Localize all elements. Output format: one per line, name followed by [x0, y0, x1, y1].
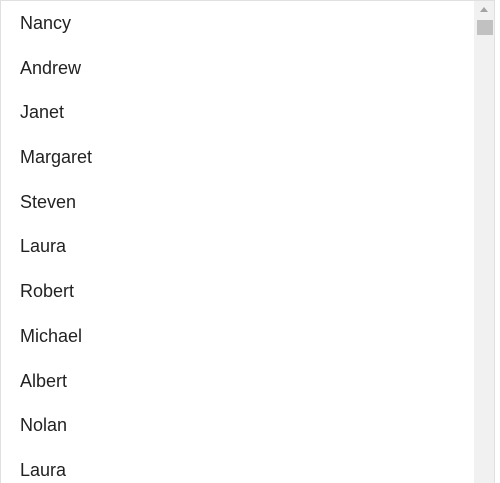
list-item[interactable]: Albert: [1, 359, 474, 404]
list-item[interactable]: Nolan: [1, 403, 474, 448]
list-item[interactable]: Nancy: [1, 1, 474, 46]
list-item[interactable]: Margaret: [1, 135, 474, 180]
names-listbox[interactable]: Nancy Andrew Janet Margaret Steven Laura…: [0, 0, 495, 483]
scrollbar-thumb[interactable]: [477, 20, 493, 35]
list-item[interactable]: Steven: [1, 180, 474, 225]
vertical-scrollbar[interactable]: [474, 1, 494, 483]
list-item[interactable]: Michael: [1, 314, 474, 359]
list-item[interactable]: Laura: [1, 224, 474, 269]
list-item[interactable]: Robert: [1, 269, 474, 314]
list-item[interactable]: Andrew: [1, 46, 474, 91]
list-item[interactable]: Laura: [1, 448, 474, 483]
list-item[interactable]: Janet: [1, 90, 474, 135]
names-list: Nancy Andrew Janet Margaret Steven Laura…: [1, 1, 474, 483]
scroll-up-arrow-icon[interactable]: [474, 1, 494, 18]
